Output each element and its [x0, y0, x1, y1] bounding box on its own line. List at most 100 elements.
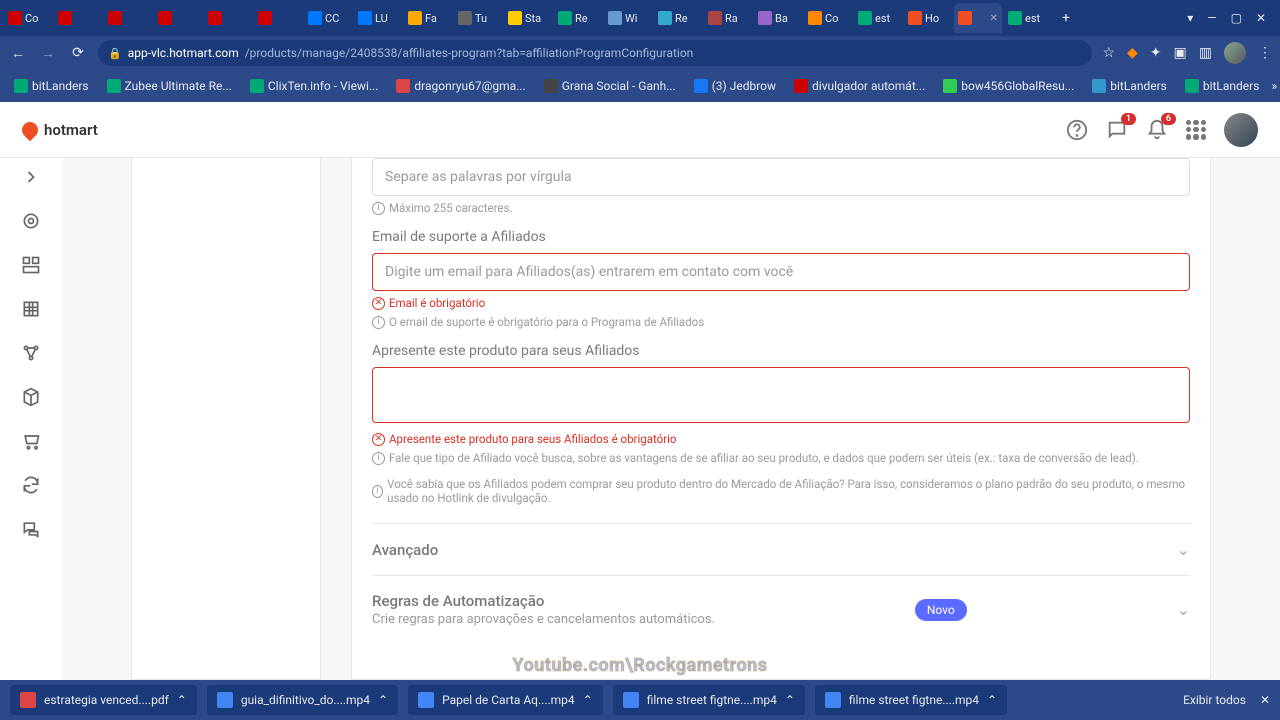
present-textarea[interactable] — [372, 367, 1190, 423]
sidebar-cart-icon[interactable] — [20, 430, 42, 452]
bookmark-7[interactable]: bow456GlobalResu... — [937, 77, 1080, 95]
tab-17[interactable]: est — [854, 3, 902, 33]
chevron-up-icon[interactable]: ⌃ — [583, 693, 593, 707]
maximize-icon[interactable]: ▢ — [1231, 11, 1242, 25]
bookmarks-overflow-icon[interactable]: » — [1271, 79, 1277, 93]
tab-0[interactable]: Co — [4, 3, 52, 33]
reload-button[interactable]: ⟳ — [68, 43, 88, 63]
tab-search-icon[interactable]: ▾ — [1187, 11, 1193, 25]
profile-avatar-icon[interactable] — [1224, 42, 1246, 64]
bookmark-5[interactable]: (3) Jedbrow — [688, 77, 782, 95]
back-button[interactable]: ← — [8, 43, 28, 63]
tab-5[interactable] — [254, 3, 302, 33]
bookmark-4[interactable]: Grana Social - Ganh... — [538, 77, 682, 95]
tab-18[interactable]: Ho — [904, 3, 952, 33]
automation-rules-section[interactable]: Regras de Automatização Crie regras para… — [372, 575, 1190, 643]
present-label: Apresente este produto para seus Afiliad… — [372, 343, 1190, 359]
close-tab-icon[interactable]: ✕ — [990, 13, 998, 24]
bookmark-1[interactable]: Zubee Ultimate Re... — [101, 77, 238, 95]
app-header: hotmart 1 6 — [0, 102, 1280, 158]
tab-16[interactable]: Co — [804, 3, 852, 33]
tab-14[interactable]: Ra — [704, 3, 752, 33]
tab-8[interactable]: Fa — [404, 3, 452, 33]
app-sidebar — [0, 158, 62, 680]
bell-badge: 6 — [1161, 113, 1176, 125]
bookmark-3[interactable]: dragonryu67@gma... — [390, 77, 531, 95]
tab-12[interactable]: Wi — [604, 3, 652, 33]
sidebar-box-icon[interactable] — [20, 386, 42, 408]
email-error: ✕Email é obrigatório — [372, 296, 1190, 310]
tab-15[interactable]: Ba — [754, 3, 802, 33]
download-chip-3[interactable]: filme street figtne....mp4⌃ — [613, 685, 805, 715]
ext-icon-2[interactable]: ▣ — [1174, 45, 1187, 61]
tab-13[interactable]: Re — [654, 3, 702, 33]
close-downloads-icon[interactable]: ✕ — [1260, 693, 1270, 707]
sidebar-refresh-icon[interactable] — [20, 474, 42, 496]
tab-20[interactable]: est — [1004, 3, 1052, 33]
bookmark-2[interactable]: ClixTen.info - Viewi... — [244, 77, 385, 95]
chevron-up-icon[interactable]: ⌃ — [378, 693, 388, 707]
sidebar-dashboard-icon[interactable] — [20, 254, 42, 276]
email-helper: iO email de suporte é obrigatório para o… — [372, 315, 1190, 329]
address-bar: ← → ⟳ 🔒 app-vlc.hotmart.com/products/man… — [0, 36, 1280, 70]
app-viewport: hotmart 1 6 — [0, 102, 1280, 680]
sidebar-target-icon[interactable] — [20, 210, 42, 232]
chevron-up-icon[interactable]: ⌃ — [177, 693, 187, 707]
tab-6[interactable]: CC — [304, 3, 352, 33]
ext-icon-3[interactable]: ▥ — [1199, 45, 1212, 61]
show-all-downloads[interactable]: Exibir todos — [1183, 693, 1246, 707]
chevron-down-icon: ⌄ — [1177, 600, 1190, 619]
chat-icon[interactable]: 1 — [1106, 119, 1128, 141]
star-icon[interactable]: ☆ — [1102, 45, 1115, 61]
tab-10[interactable]: Sta — [504, 3, 552, 33]
browser-tab-strip: Co CC LU Fa Tu Sta Re Wi Re Ra Ba Co est… — [0, 0, 1280, 36]
download-chip-1[interactable]: guia_difinitivo_do....mp4⌃ — [207, 685, 398, 715]
sidebar-chat-icon[interactable] — [20, 518, 42, 540]
bookmark-8[interactable]: bitLanders — [1086, 77, 1173, 95]
ext-icon-1[interactable]: ◆ — [1127, 45, 1138, 61]
bookmark-0[interactable]: bitLanders — [8, 77, 95, 95]
lock-icon: 🔒 — [108, 47, 122, 60]
tab-4[interactable] — [204, 3, 252, 33]
chevron-up-icon[interactable]: ⌃ — [987, 693, 997, 707]
extensions-icon[interactable]: ✦ — [1150, 45, 1162, 61]
chat-badge: 1 — [1121, 113, 1136, 125]
help-icon[interactable] — [1066, 119, 1088, 141]
download-chip-0[interactable]: estrategia venced....pdf⌃ — [10, 685, 197, 715]
present-error: ✕Apresente este produto para seus Afilia… — [372, 432, 1190, 446]
kebab-menu-icon[interactable]: ⋮ — [1258, 45, 1272, 61]
close-window-icon[interactable]: ✕ — [1256, 11, 1266, 25]
tab-19-active[interactable]: ✕ — [954, 3, 1002, 33]
form-panel: iMáximo 255 caracteres. Email de suporte… — [351, 158, 1211, 680]
tab-2[interactable] — [104, 3, 152, 33]
tab-7[interactable]: LU — [354, 3, 402, 33]
email-label: Email de suporte a Afiliados — [372, 229, 1190, 245]
sidebar-network-icon[interactable] — [20, 342, 42, 364]
brand-text: hotmart — [44, 121, 98, 139]
tags-input[interactable] — [372, 158, 1190, 196]
apps-grid-icon[interactable] — [1186, 120, 1206, 140]
new-tab-button[interactable]: + — [1054, 10, 1078, 26]
present-helper-1: iFale que tipo de Afiliado você busca, s… — [372, 451, 1190, 465]
tab-3[interactable] — [154, 3, 202, 33]
bookmark-9[interactable]: bitLanders — [1179, 77, 1266, 95]
tab-11[interactable]: Re — [554, 3, 602, 33]
url-input[interactable]: 🔒 app-vlc.hotmart.com/products/manage/24… — [98, 40, 1092, 66]
minimize-icon[interactable]: — — [1207, 11, 1216, 25]
bookmark-6[interactable]: divulgador automát... — [788, 77, 931, 95]
url-domain: app-vlc.hotmart.com — [128, 46, 239, 60]
forward-button[interactable]: → — [38, 43, 58, 63]
chevron-up-icon[interactable]: ⌃ — [785, 693, 795, 707]
present-helper-2: iVocê sabia que os Afiliados podem compr… — [372, 477, 1190, 505]
download-chip-4[interactable]: filme street figtne....mp4⌃ — [815, 685, 1007, 715]
affiliate-email-input[interactable] — [372, 253, 1190, 291]
sidebar-expand-icon[interactable] — [20, 166, 42, 188]
tab-9[interactable]: Tu — [454, 3, 502, 33]
sidebar-grid-icon[interactable] — [20, 298, 42, 320]
tab-1[interactable] — [54, 3, 102, 33]
bell-icon[interactable]: 6 — [1146, 119, 1168, 141]
user-avatar[interactable] — [1224, 113, 1258, 147]
advanced-section[interactable]: Avançado ⌄ — [372, 523, 1190, 575]
download-chip-2[interactable]: Papel de Carta Aq....mp4⌃ — [408, 685, 603, 715]
hotmart-logo[interactable]: hotmart — [22, 121, 98, 139]
